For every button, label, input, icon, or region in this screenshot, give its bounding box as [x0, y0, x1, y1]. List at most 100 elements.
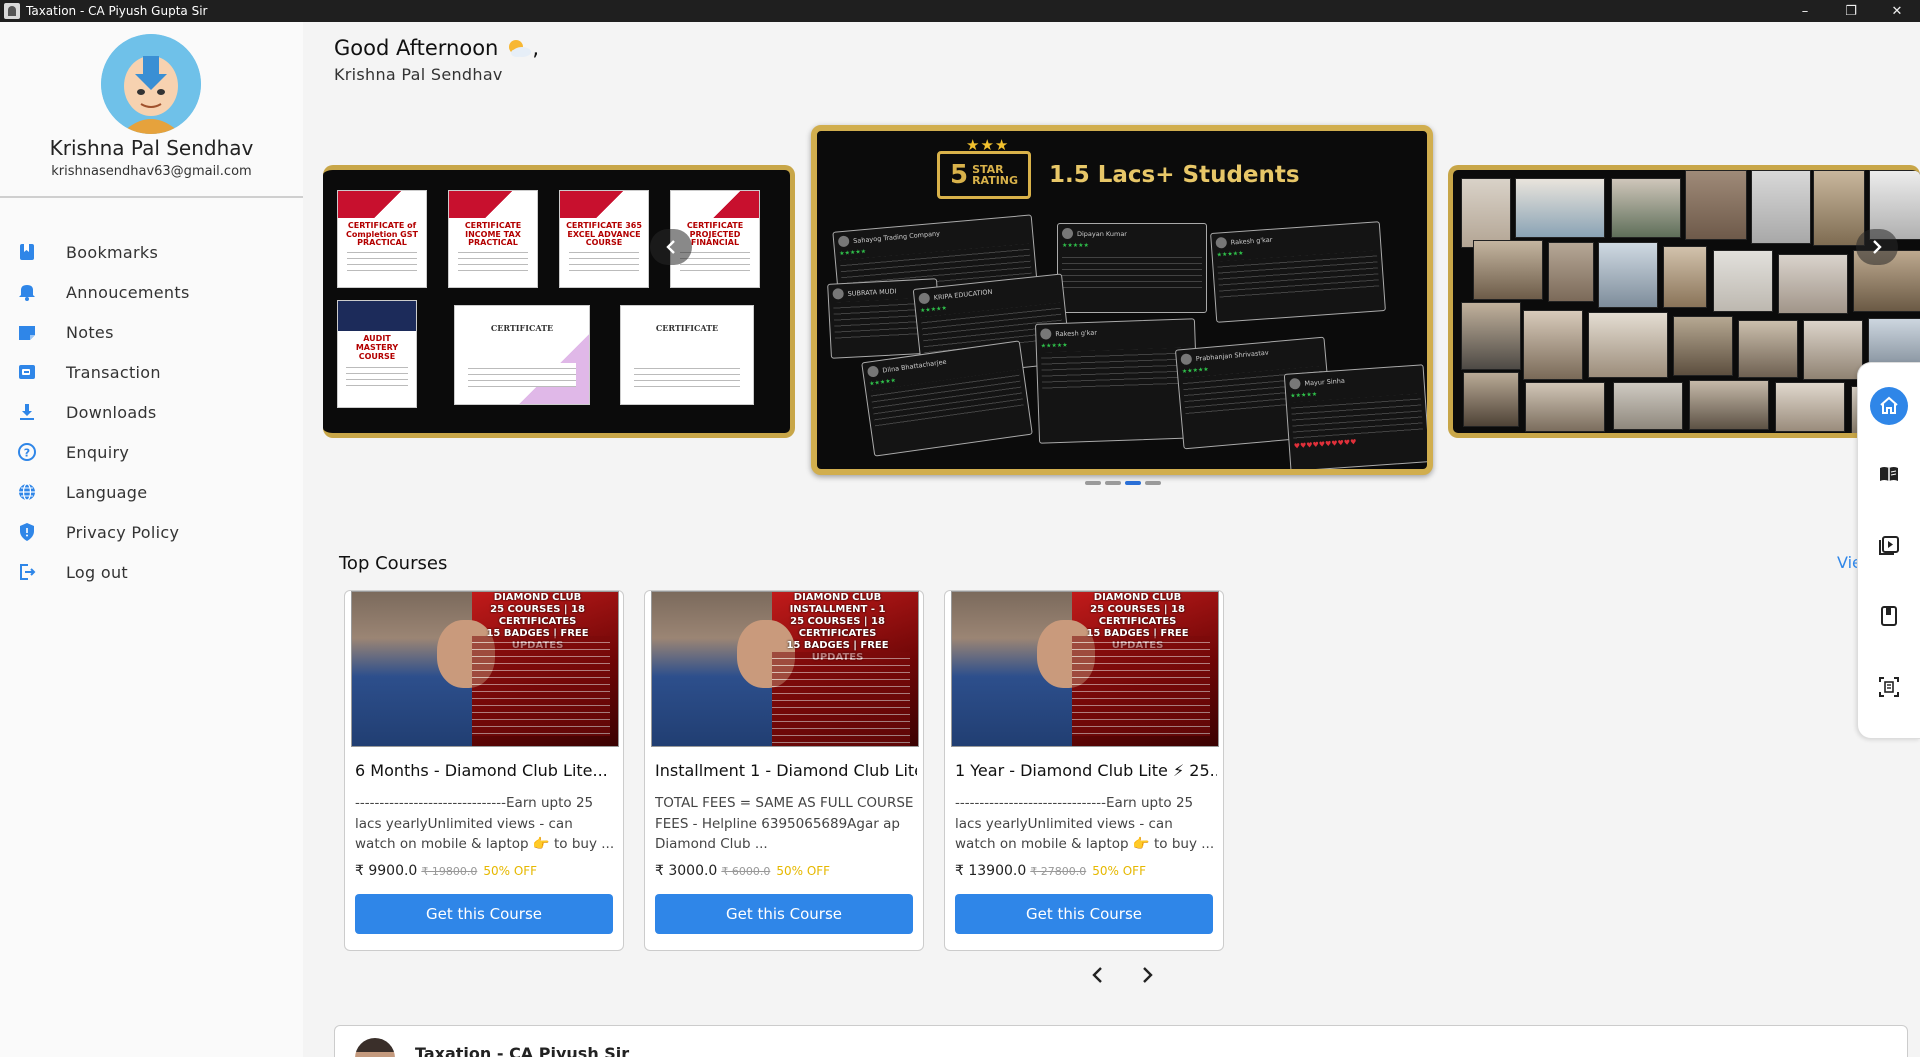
get-course-button[interactable]: Get this Course	[955, 894, 1213, 934]
channel-title: Taxation - CA Piyush Sir	[415, 1044, 630, 1057]
reviewer-name: Prabhanjan Shrivastav	[1195, 348, 1269, 363]
get-course-button[interactable]: Get this Course	[655, 894, 913, 934]
badge-word-2: RATING	[972, 174, 1019, 187]
price: ₹ 13900.0	[955, 863, 1027, 879]
rating-header: ★★★ 5 STAR RATING 1.5 Lacs+ Students	[937, 138, 1300, 199]
close-button[interactable]: ✕	[1874, 0, 1920, 22]
sidebar-item-enquiry[interactable]: ? Enquiry	[16, 432, 296, 472]
certificate-text: AUDIT MASTERY COURSE	[355, 333, 399, 361]
megaphone-icon	[16, 281, 38, 303]
sidebar: Krishna Pal Sendhav krishnasendhav63@gma…	[0, 22, 303, 1057]
course-title: 6 Months - Diamond Club Lite...	[355, 761, 608, 780]
review-card: Dipayan Kumar ★★★★★	[1057, 223, 1207, 313]
carousel-dot[interactable]	[1105, 481, 1121, 485]
minimize-button[interactable]: –	[1782, 0, 1828, 22]
old-price: ₹ 27800.0	[1030, 865, 1087, 878]
chevron-right-icon	[1143, 967, 1153, 983]
courses-next-button[interactable]	[1134, 962, 1160, 988]
price-row: ₹ 9900.0 ₹ 19800.0 50% OFF	[355, 863, 537, 879]
sidebar-item-notes[interactable]: Notes	[16, 312, 296, 352]
sidebar-item-bookmarks[interactable]: Bookmarks	[16, 232, 296, 272]
course-title: 1 Year - Diamond Club Lite ⚡ 25...	[955, 761, 1217, 780]
sidebar-item-label: Annoucements	[66, 282, 190, 302]
test-icon	[1879, 677, 1899, 697]
banner-carousel: CERTIFICATE of Completion GST PRACTICAL …	[323, 125, 1920, 495]
courses-button[interactable]	[1870, 455, 1908, 493]
channel-card[interactable]: Taxation - CA Piyush Sir	[334, 1025, 1908, 1057]
course-description: -------------------------------Earn upto…	[355, 795, 615, 852]
svg-text:?: ?	[24, 447, 30, 460]
course-card[interactable]: DIAMOND CLUB 25 COURSES | 18 CERTIFICATE…	[944, 590, 1224, 951]
tests-button[interactable]	[1870, 668, 1908, 706]
price: ₹ 3000.0	[655, 863, 718, 879]
sidebar-divider	[0, 196, 303, 198]
quick-nav-toolbar	[1857, 362, 1920, 739]
chevron-left-icon	[666, 240, 675, 254]
maximize-button[interactable]: ❐	[1828, 0, 1874, 22]
channel-avatar	[355, 1038, 395, 1057]
course-card[interactable]: DIAMOND CLUB 25 COURSES | 18 CERTIFICATE…	[344, 590, 624, 951]
sidebar-item-transaction[interactable]: Transaction	[16, 352, 296, 392]
course-thumbnail: DIAMOND CLUB 25 COURSES | 18 CERTIFICATE…	[351, 591, 619, 747]
certificate-text: CERTIFICATE	[655, 322, 719, 333]
carousel-dot[interactable]	[1085, 481, 1101, 485]
sidebar-item-language[interactable]: Language	[16, 472, 296, 512]
notebook-icon	[1881, 606, 1897, 626]
get-course-button[interactable]: Get this Course	[355, 894, 613, 934]
carousel-dot-active[interactable]	[1125, 481, 1141, 485]
slide-students-collage[interactable]	[1448, 165, 1920, 438]
profile-name: Krishna Pal Sendhav	[49, 136, 254, 160]
old-price: ₹ 19800.0	[421, 865, 478, 878]
video-library-icon	[1879, 536, 1899, 555]
certificate-card: CERTIFICATE INCOME TAX PRACTICAL COURSE	[448, 190, 538, 288]
sidebar-item-privacy-policy[interactable]: Privacy Policy	[16, 512, 296, 552]
greeting-text: Good Afternoon	[334, 36, 499, 60]
students-count: 1.5 Lacs+ Students	[1049, 162, 1300, 188]
review-card: Mayur Sinha ★★★★★ ♥♥♥♥♥♥♥♥♥♥	[1283, 364, 1427, 469]
avatar[interactable]	[101, 34, 201, 134]
section-title-top-courses: Top Courses	[339, 553, 448, 574]
discount-badge: 50% OFF	[776, 864, 831, 878]
notebook-button[interactable]	[1870, 597, 1908, 635]
videos-button[interactable]	[1870, 526, 1908, 564]
receipt-icon	[16, 361, 38, 383]
carousel-next-button[interactable]	[1856, 229, 1898, 265]
certificate-card: CERTIFICATE 365 EXCEL ADVANCE COURSE	[559, 190, 649, 288]
certificate-text: CERTIFICATE 365 EXCEL ADVANCE COURSE	[566, 220, 642, 248]
review-card: Dilna Bhattacharjee ★★★★★	[861, 340, 1033, 457]
sidebar-item-label: Notes	[66, 322, 114, 342]
carousel-prev-button[interactable]	[650, 229, 692, 265]
sidebar-item-label: Log out	[66, 562, 128, 582]
sidebar-item-downloads[interactable]: Downloads	[16, 392, 296, 432]
course-thumbnail: DIAMOND CLUB INSTALLMENT - 1 25 COURSES …	[651, 591, 919, 747]
app-icon	[4, 3, 20, 19]
review-card: Rakesh g'kar ★★★★★	[1034, 318, 1200, 444]
greeting-comma: ,	[532, 36, 540, 60]
window-title-bar: Taxation - CA Piyush Gupta Sir – ❐ ✕	[0, 0, 1920, 22]
home-button[interactable]	[1870, 387, 1908, 425]
chevron-right-icon	[1873, 240, 1882, 254]
window-title: Taxation - CA Piyush Gupta Sir	[26, 4, 208, 18]
reviewer-name: SUBRATA MUDI	[847, 286, 897, 298]
sidebar-item-label: Bookmarks	[66, 242, 159, 262]
certificate-text: CERTIFICATE	[490, 322, 554, 333]
course-card[interactable]: DIAMOND CLUB INSTALLMENT - 1 25 COURSES …	[644, 590, 924, 951]
sidebar-item-announcements[interactable]: Annoucements	[16, 272, 296, 312]
course-description: TOTAL FEES = SAME AS FULL COURSE FEES - …	[655, 795, 914, 852]
shield-icon	[16, 521, 38, 543]
certificate-card: AUDIT MASTERY COURSE	[337, 300, 417, 408]
slide-certificates[interactable]: CERTIFICATE of Completion GST PRACTICAL …	[323, 165, 795, 438]
reviewer-name: KRIPA EDUCATION	[933, 287, 993, 302]
carousel-dot[interactable]	[1145, 481, 1161, 485]
help-circle-icon: ?	[16, 441, 38, 463]
courses-prev-button[interactable]	[1085, 962, 1111, 988]
sidebar-item-logout[interactable]: Log out	[16, 552, 296, 592]
logout-icon	[16, 561, 38, 583]
stars-icon: ★★★★★	[1062, 242, 1089, 249]
badge-number: 5	[949, 160, 969, 190]
profile-email: krishnasendhav63@gmail.com	[51, 164, 252, 179]
greeting: Good Afternoon ,	[334, 36, 539, 60]
view-all-link[interactable]: View All	[1837, 553, 1857, 572]
certificate-card: CERTIFICATE of Completion GST PRACTICAL …	[337, 190, 427, 288]
slide-rating[interactable]: ★★★ 5 STAR RATING 1.5 Lacs+ Students Sah…	[811, 125, 1433, 475]
